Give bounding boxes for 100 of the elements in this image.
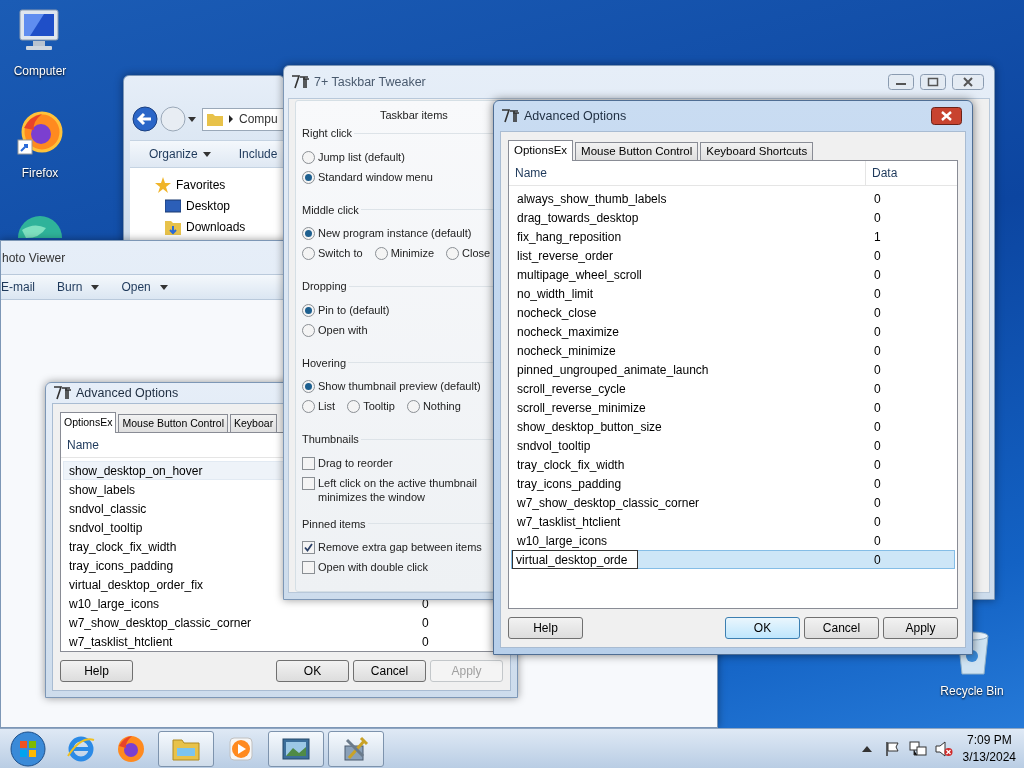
option-name[interactable]: pinned_ungrouped_animate_launch [517,360,709,379]
option-name[interactable]: tray_clock_fix_width [69,537,177,556]
dialog-button[interactable]: Help [508,617,583,639]
option-label[interactable]: Open with double click [318,560,429,574]
option-label[interactable]: Standard window menu [318,169,433,184]
option-label[interactable]: Switch to [318,246,363,260]
option-name[interactable]: multipage_wheel_scroll [517,265,642,284]
checkbox[interactable] [302,476,315,490]
column-header[interactable]: Name [61,433,261,457]
edit-field[interactable]: virtual_desktop_orde [512,550,638,569]
option-name[interactable]: w7_show_desktop_classic_corner [517,493,700,512]
radio-button-selected[interactable] [302,170,315,184]
minimize-icon[interactable] [888,74,914,90]
back-icon[interactable] [132,106,158,132]
option-name[interactable]: virtual_desktop_order_fix [69,575,204,594]
tab[interactable]: Keyboard Shortcuts [700,142,814,160]
radio-button[interactable] [302,400,315,413]
toolbar-button[interactable]: Burn [57,278,100,296]
firefox-icon[interactable] [16,110,64,158]
radio-button[interactable] [446,247,460,260]
option-name[interactable]: show_labels [69,480,136,499]
option-name[interactable]: fix_hang_reposition [517,227,622,246]
volume-muted-icon[interactable] [934,740,953,757]
option-name[interactable]: tray_icons_padding [69,556,174,575]
desktop-icon-label[interactable]: Firefox [21,164,59,182]
radio-button[interactable] [302,150,315,164]
option-name[interactable]: scroll_reverse_cycle [517,379,626,398]
taskbar-button[interactable] [268,730,324,767]
option-name[interactable]: show_desktop_button_size [517,417,662,436]
clock[interactable]: 7:09 PM 3/13/2024 [962,731,1016,766]
option-label[interactable]: Remove extra gap between items [318,540,482,554]
option-name[interactable]: w7_show_desktop_classic_corner [69,613,252,632]
option-name[interactable]: w10_large_icons [69,594,160,613]
nav-item[interactable]: Desktop [186,197,231,215]
option-name[interactable]: nocheck_close [517,303,597,322]
start-button[interactable] [8,728,48,768]
column-header[interactable]: Data [865,161,940,185]
option-name[interactable]: sndvol_tooltip [69,518,143,537]
option-name[interactable]: drag_towards_desktop [517,208,639,227]
radio-button[interactable] [347,400,361,413]
option-label[interactable]: Jump list (default) [318,149,405,164]
option-label[interactable]: Show thumbnail preview (default) [318,379,481,393]
address-bar[interactable]: Compu [202,107,284,131]
checkbox-checked[interactable] [302,541,315,554]
maximize-icon[interactable] [920,74,946,90]
toolbar-button[interactable]: Open [121,278,168,296]
dialog-button[interactable]: Cancel [353,660,426,682]
option-label[interactable]: Left click on the active thumbnail minimizes the window [318,475,486,504]
radio-button-selected[interactable] [302,303,315,317]
option-label[interactable]: Pin to (default) [318,302,390,317]
option-name[interactable]: nocheck_minimize [517,341,616,360]
radio-button[interactable] [302,247,315,260]
tab[interactable]: Keyboar [230,414,278,432]
option-name[interactable]: always_show_thumb_labels [517,189,667,208]
option-name[interactable]: tray_clock_fix_width [517,455,625,474]
radio-button[interactable] [302,323,315,337]
radio-button[interactable] [406,400,420,413]
option-name[interactable]: nocheck_maximize [517,322,620,341]
toolbar-button[interactable]: Organize [149,145,211,163]
dialog-button[interactable]: Apply [883,617,958,639]
tab[interactable]: Mouse Button Control [118,414,228,432]
dialog-button[interactable]: OK [276,660,349,682]
option-name[interactable]: sndvol_tooltip [517,436,591,455]
option-label[interactable]: Close [462,246,491,260]
close-icon[interactable] [931,107,962,125]
option-label[interactable]: Minimize [390,246,435,260]
taskbar-button[interactable] [328,730,384,767]
option-name[interactable]: w7_tasklist_htclient [69,632,173,651]
option-name[interactable]: scroll_reverse_minimize [517,398,646,417]
checkbox[interactable] [302,561,315,574]
radio-button-selected[interactable] [302,227,315,240]
desktop-icon-label[interactable]: Recycle Bin [940,682,1004,700]
dialog-button[interactable]: OK [725,617,800,639]
dialog-button[interactable]: Help [60,660,133,682]
nav-item[interactable]: Downloads [186,218,246,236]
checkbox[interactable] [302,456,315,470]
close-icon[interactable] [952,74,984,90]
option-name[interactable]: list_reverse_order [517,246,614,265]
radio-button-selected[interactable] [302,380,315,393]
option-label[interactable]: List [318,399,336,413]
option-name[interactable]: tray_icons_padding [517,474,622,493]
tab[interactable]: OptionsEx [60,412,117,433]
toolbar-button[interactable]: E-mail [1,278,35,296]
radio-button[interactable] [374,247,388,260]
flag-icon[interactable] [883,740,900,757]
toolbar-button[interactable]: Include [238,145,278,163]
option-label[interactable]: Tooltip [363,399,395,413]
option-label[interactable]: Open with [318,322,368,337]
show-hidden-icons[interactable] [861,745,872,752]
option-name[interactable]: sndvol_classic [69,499,147,518]
option-name[interactable]: w10_large_icons [517,531,608,550]
nav-item[interactable]: Favorites [176,176,226,194]
network-icon[interactable] [908,740,927,757]
option-name[interactable]: no_width_limit [517,284,594,303]
option-label[interactable]: Drag to reorder [318,455,393,470]
firefox-icon[interactable] [116,733,146,764]
taskbar-button[interactable] [158,730,214,767]
option-label[interactable]: Nothing [422,399,461,413]
desktop-icon-label[interactable]: Computer [13,62,67,80]
tab[interactable]: OptionsEx [508,140,574,161]
